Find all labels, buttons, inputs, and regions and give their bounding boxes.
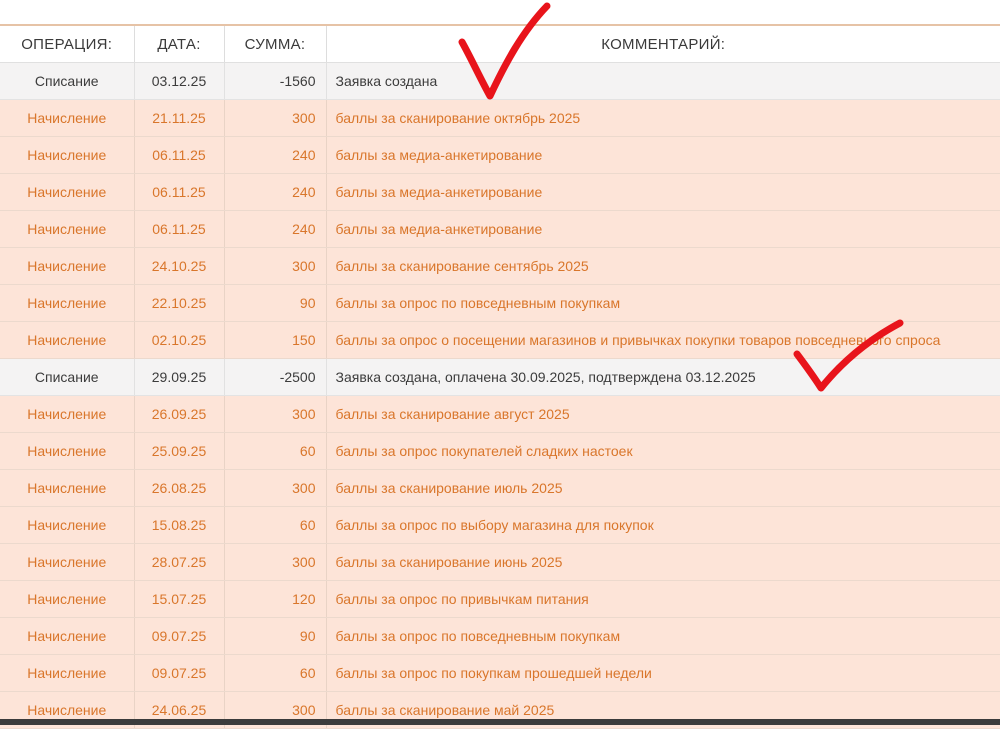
sum-cell: 300 [224,395,327,433]
comment-cell: баллы за сканирование октябрь 2025 [326,99,1000,137]
operation-cell: Начисление [0,543,135,581]
comment-cell: Заявка создана [326,62,1000,100]
table-row: Начисление 02.10.25 150 баллы за опрос о по… [0,321,1000,359]
operation-cell: Начисление [0,469,135,507]
operation-cell: Списание [0,358,135,396]
sum-cell: 240 [224,173,327,211]
comment-cell: баллы за опрос о посещении магазинов и п… [326,321,1000,359]
sum-cell: 300 [224,99,327,137]
bottom-bar [0,719,1000,725]
table-row: Начисление 28.07.25 300 баллы за сканирован… [0,543,1000,581]
date-cell: 09.07.25 [134,617,225,655]
table-row: Начисление 09.07.25 60 баллы за опрос по по… [0,654,1000,692]
comment-cell: баллы за сканирование сентябрь 2025 [326,247,1000,285]
table-header: ОПЕРАЦИЯ: ДАТА: СУММА: КОММЕНТАРИЙ: [0,26,1000,63]
comment-cell: баллы за медиа-анкетирование [326,210,1000,248]
date-cell: 29.09.25 [134,358,225,396]
comment-cell: баллы за сканирование июнь 2025 [326,543,1000,581]
operation-cell: Начисление [0,284,135,322]
sum-cell: 60 [224,432,327,470]
operation-cell: Начисление [0,173,135,211]
operation-cell: Начисление [0,432,135,470]
comment-cell: баллы за опрос по выбору магазина для по… [326,506,1000,544]
sum-cell: 90 [224,617,327,655]
operation-cell: Начисление [0,210,135,248]
column-header-operation: ОПЕРАЦИЯ: [0,26,135,63]
date-cell: 26.08.25 [134,469,225,507]
sum-cell: -1560 [224,62,327,100]
date-cell: 02.10.25 [134,321,225,359]
operation-cell: Начисление [0,654,135,692]
sum-cell: 300 [224,247,327,285]
column-header-sum: СУММА: [224,26,327,63]
date-cell: 26.09.25 [134,395,225,433]
operation-cell: Начисление [0,395,135,433]
table-row: Начисление 15.07.25 120 баллы за опрос по п… [0,580,1000,618]
column-header-date: ДАТА: [134,26,225,63]
table-row: Начисление 26.08.25 300 баллы за сканирован… [0,469,1000,507]
column-header-comment: КОММЕНТАРИЙ: [326,26,1000,63]
table-row: Начисление 22.10.25 90 баллы за опрос по по… [0,284,1000,322]
date-cell: 15.07.25 [134,580,225,618]
date-cell: 21.11.25 [134,99,225,137]
table-row: Начисление 24.10.25 300 баллы за сканирован… [0,247,1000,285]
table-body: Списание 03.12.25 -1560 Заявка создана Начис… [0,62,1000,729]
operation-cell: Начисление [0,580,135,618]
sum-cell: 150 [224,321,327,359]
sum-cell: 240 [224,210,327,248]
sum-cell: 120 [224,580,327,618]
date-cell: 22.10.25 [134,284,225,322]
operation-cell: Начисление [0,99,135,137]
comment-cell: баллы за опрос по покупкам прошедшей нед… [326,654,1000,692]
table-row: Начисление 15.08.25 60 баллы за опрос по вы… [0,506,1000,544]
sum-cell: -2500 [224,358,327,396]
sum-cell: 90 [224,284,327,322]
date-cell: 06.11.25 [134,210,225,248]
operation-cell: Начисление [0,136,135,174]
comment-cell: баллы за медиа-анкетирование [326,173,1000,211]
date-cell: 28.07.25 [134,543,225,581]
comment-cell: Заявка создана, оплачена 30.09.2025, под… [326,358,1000,396]
operation-cell: Начисление [0,321,135,359]
operation-cell: Начисление [0,617,135,655]
sum-cell: 300 [224,543,327,581]
date-cell: 24.10.25 [134,247,225,285]
table-row: Начисление 25.09.25 60 баллы за опрос покуп… [0,432,1000,470]
operation-cell: Начисление [0,506,135,544]
comment-cell: баллы за опрос покупателей сладких насто… [326,432,1000,470]
sum-cell: 300 [224,469,327,507]
transaction-history-table: ОПЕРАЦИЯ: ДАТА: СУММА: КОММЕНТАРИЙ: Спис… [0,26,1000,729]
sum-cell: 60 [224,654,327,692]
operation-cell: Начисление [0,247,135,285]
top-strip [0,0,1000,26]
header-row: ОПЕРАЦИЯ: ДАТА: СУММА: КОММЕНТАРИЙ: [0,26,1000,63]
table-row: Начисление 09.07.25 90 баллы за опрос по по… [0,617,1000,655]
date-cell: 25.09.25 [134,432,225,470]
date-cell: 06.11.25 [134,136,225,174]
table-row: Начисление 06.11.25 240 баллы за медиа-анке… [0,173,1000,211]
comment-cell: баллы за опрос по привычкам питания [326,580,1000,618]
comment-cell: баллы за медиа-анкетирование [326,136,1000,174]
table-row: Списание 29.09.25 -2500 Заявка создана, опл… [0,358,1000,396]
operation-cell: Списание [0,62,135,100]
date-cell: 15.08.25 [134,506,225,544]
table-row: Списание 03.12.25 -1560 Заявка создана [0,62,1000,100]
comment-cell: баллы за опрос по повседневным покупкам [326,617,1000,655]
table-row: Начисление 26.09.25 300 баллы за сканирован… [0,395,1000,433]
date-cell: 09.07.25 [134,654,225,692]
sum-cell: 240 [224,136,327,174]
table-row: Начисление 21.11.25 300 баллы за сканирован… [0,99,1000,137]
date-cell: 06.11.25 [134,173,225,211]
table-row: Начисление 06.11.25 240 баллы за медиа-анке… [0,210,1000,248]
table-row: Начисление 06.11.25 240 баллы за медиа-анке… [0,136,1000,174]
comment-cell: баллы за сканирование август 2025 [326,395,1000,433]
sum-cell: 60 [224,506,327,544]
date-cell: 03.12.25 [134,62,225,100]
comment-cell: баллы за опрос по повседневным покупкам [326,284,1000,322]
comment-cell: баллы за сканирование июль 2025 [326,469,1000,507]
